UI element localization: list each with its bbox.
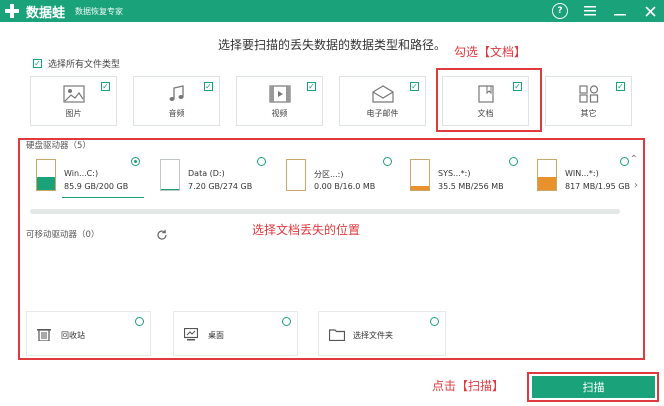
filetype-label: 电子邮件 — [366, 109, 399, 118]
checkbox-icon[interactable]: ✓ — [616, 82, 625, 91]
filetype-image[interactable]: ✓ 图片 — [30, 76, 117, 126]
filetype-video[interactable]: ✓ 视频 — [236, 76, 323, 126]
highlight-location-area — [18, 138, 645, 360]
image-icon — [62, 85, 85, 103]
app-logo: 数据蛙 — [4, 2, 65, 21]
filetype-email[interactable]: ✓ 电子邮件 — [339, 76, 426, 126]
instruction-text: 选择要扫描的丢失数据的数据类型和路径。 — [217, 38, 446, 52]
scan-button[interactable]: 扫描 — [532, 376, 655, 398]
app-subtitle: 数据恢复专家 — [75, 6, 124, 16]
app-name: 数据蛙 — [26, 5, 66, 21]
logo-cross-icon — [4, 3, 20, 19]
checkbox-icon[interactable]: ✓ — [410, 82, 419, 91]
menu-icon[interactable] — [582, 3, 598, 19]
other-icon — [578, 85, 598, 103]
close-icon[interactable] — [642, 3, 658, 19]
email-icon — [371, 85, 394, 103]
highlight-document — [436, 68, 542, 132]
music-icon — [169, 85, 184, 101]
filetype-audio[interactable]: ✓ 音频 — [133, 76, 220, 126]
checkbox-icon[interactable]: ✓ — [33, 59, 42, 68]
annotation-check-document: 勾选【文档】 — [454, 45, 527, 59]
select-all-label: 选择所有文件类型 — [48, 60, 121, 70]
filetype-label: 音频 — [168, 109, 185, 118]
title-bar: 数据蛙 数据恢复专家 ? — [0, 0, 664, 22]
help-icon[interactable]: ? — [552, 3, 568, 19]
filetype-other[interactable]: ✓ 其它 — [545, 76, 632, 126]
annotation-click-scan: 点击【扫描】 — [432, 379, 505, 393]
select-all-checkbox[interactable]: ✓ 选择所有文件类型 — [33, 57, 120, 70]
filetype-label: 图片 — [65, 109, 82, 118]
checkbox-icon[interactable]: ✓ — [204, 82, 213, 91]
video-icon — [268, 85, 291, 103]
filetype-label: 其它 — [580, 109, 597, 118]
filetype-label: 视频 — [271, 109, 288, 118]
checkbox-icon[interactable]: ✓ — [101, 82, 110, 91]
minimize-icon[interactable] — [612, 3, 628, 19]
checkbox-icon[interactable]: ✓ — [307, 82, 316, 91]
